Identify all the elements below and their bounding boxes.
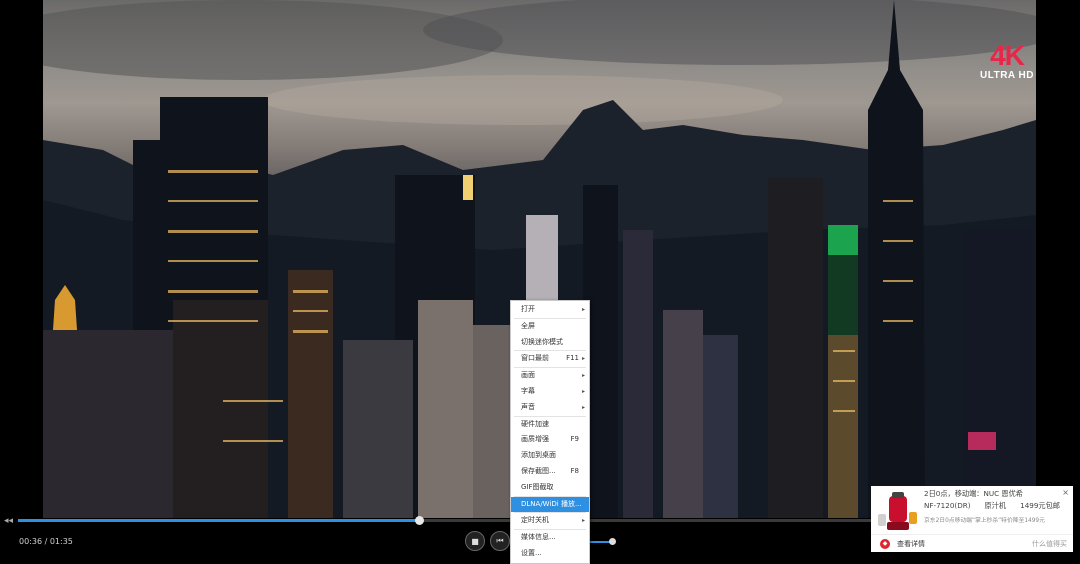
menu-item-label: 保存截图... bbox=[521, 466, 556, 475]
badge-label: ULTRA HD bbox=[980, 70, 1034, 81]
menu-item[interactable]: 声音 ▸ bbox=[511, 400, 589, 416]
collapse-playlist-icon[interactable]: ◂◂ bbox=[4, 516, 13, 526]
view-detail-link[interactable]: 查看详情 bbox=[897, 539, 925, 549]
ad-headline: 2日0点，移动端：NUC 恩优希 bbox=[924, 489, 1023, 498]
ad-price: 1499元包邮 bbox=[1020, 501, 1060, 510]
juicer-product-image bbox=[875, 490, 921, 534]
stop-icon: ■ bbox=[471, 536, 479, 546]
menu-item-shortcut: F11 bbox=[566, 354, 579, 363]
menu-item[interactable]: 打开 ▸ bbox=[511, 302, 589, 318]
menu-item[interactable]: 窗口最前 F11 ▸ bbox=[511, 351, 589, 367]
submenu-arrow-icon: ▸ bbox=[581, 372, 585, 380]
menu-item-label: 全屏 bbox=[521, 321, 535, 330]
menu-item[interactable]: 定时关机 ▸ bbox=[511, 513, 589, 529]
progress-fill bbox=[18, 519, 419, 522]
4k-ultra-hd-badge: 4K ULTRA HD bbox=[980, 40, 1034, 82]
menu-item[interactable]: 字幕 ▸ bbox=[511, 384, 589, 400]
menu-item[interactable]: 硬件加速 bbox=[511, 417, 589, 433]
menu-item-label: 画质增强 bbox=[521, 435, 549, 444]
progress-knob[interactable] bbox=[414, 516, 424, 525]
badge-resolution: 4K bbox=[990, 40, 1025, 71]
current-time: 00:36 bbox=[19, 537, 43, 546]
jd-logo-icon: ◆ bbox=[880, 539, 890, 549]
previous-button[interactable]: ⏮ bbox=[490, 531, 510, 551]
menu-item-label: 定时关机 bbox=[521, 516, 549, 525]
menu-item[interactable]: DLNA/WiDi 播放... bbox=[511, 496, 589, 513]
close-icon[interactable]: × bbox=[1062, 488, 1069, 497]
menu-item-shortcut: F8 bbox=[570, 466, 579, 475]
menu-item[interactable]: GIF图截取 bbox=[511, 480, 589, 496]
menu-item[interactable]: 切换迷你模式 bbox=[511, 335, 589, 351]
menu-item[interactable]: 画质增强 F9 bbox=[511, 432, 589, 448]
menu-item[interactable]: 画面 ▸ bbox=[511, 368, 589, 384]
menu-item-shortcut: F9 bbox=[570, 435, 579, 444]
menu-item[interactable]: 媒体信息... bbox=[511, 530, 589, 546]
submenu-arrow-icon: ▸ bbox=[581, 306, 585, 313]
total-time: 01:35 bbox=[49, 537, 73, 546]
stop-button[interactable]: ■ bbox=[465, 531, 485, 551]
ad-footer: ◆ 查看详情 什么值得买 bbox=[871, 534, 1073, 553]
menu-item-label: 切换迷你模式 bbox=[521, 337, 563, 346]
previous-icon: ⏮ bbox=[496, 536, 504, 545]
ad-product: 原汁机 bbox=[984, 501, 1007, 510]
submenu-arrow-icon: ▸ bbox=[581, 403, 585, 411]
menu-item-label: 媒体信息... bbox=[521, 533, 556, 542]
menu-item-label: 字幕 bbox=[521, 386, 535, 395]
menu-item[interactable]: 全屏 bbox=[511, 319, 589, 335]
menu-item[interactable]: 保存截图... F8 bbox=[511, 464, 589, 480]
menu-item-label: 画面 bbox=[521, 371, 535, 380]
menu-item-label: 设置... bbox=[521, 548, 542, 557]
ad-product-line: NF-7120(DR) 原汁机 1499元包邮 bbox=[924, 501, 1060, 511]
context-menu: 打开 ▸ 全屏 切换迷你模式 窗口最前 F11 ▸ 画面 ▸ 字幕 ▸ 声音 ▸ 硬件加速 画质增强 F9 添加… bbox=[510, 300, 590, 564]
submenu-arrow-icon: ▸ bbox=[581, 355, 585, 363]
brand-watermark: 什么值得买 bbox=[1032, 540, 1067, 548]
menu-item[interactable]: 添加到桌面 bbox=[511, 448, 589, 464]
ad-description: 京东2日0点移动端“掌上秒杀”特价降至1499元 bbox=[924, 518, 1045, 524]
submenu-arrow-icon: ▸ bbox=[581, 387, 585, 395]
time-display: 00:36 / 01:35 bbox=[19, 537, 73, 546]
volume-knob[interactable] bbox=[609, 538, 616, 545]
menu-item-label: 打开 bbox=[521, 305, 535, 313]
menu-item-label: GIF图截取 bbox=[521, 482, 554, 491]
menu-item-label: 窗口最前 bbox=[521, 354, 549, 363]
submenu-arrow-icon: ▸ bbox=[581, 517, 585, 525]
ad-model: NF-7120(DR) bbox=[924, 501, 971, 510]
ad-popup[interactable]: 2日0点，移动端：NUC 恩优希 NF-7120(DR) 原汁机 1499元包邮 京… bbox=[871, 486, 1073, 552]
menu-item-label: 硬件加速 bbox=[521, 419, 549, 428]
menu-item[interactable]: 设置... bbox=[511, 546, 589, 562]
menu-item-label: DLNA/WiDi 播放... bbox=[521, 499, 582, 508]
menu-item-label: 添加到桌面 bbox=[521, 451, 556, 460]
menu-item-label: 声音 bbox=[521, 402, 535, 411]
